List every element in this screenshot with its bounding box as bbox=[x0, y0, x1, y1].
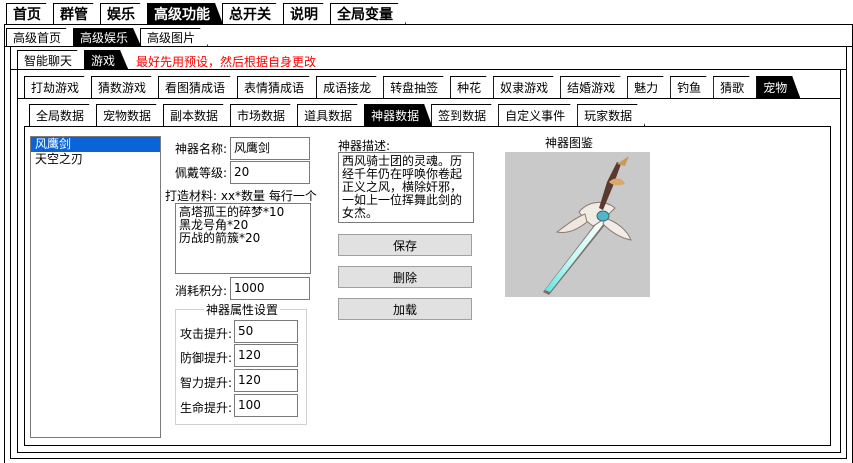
main-nav-tab-3[interactable]: 高级功能 bbox=[147, 3, 223, 24]
game-tab-8[interactable]: 结婚游戏 bbox=[560, 76, 628, 98]
third-nav-tab-1[interactable]: 游戏 bbox=[84, 50, 128, 69]
sub-nav: 高级首页 高级娱乐 高级图片 bbox=[6, 28, 207, 46]
life-label: 生命提升: bbox=[180, 401, 233, 415]
list-item[interactable]: 风鹰剑 bbox=[31, 137, 160, 152]
sub-nav-tab-1[interactable]: 高级娱乐 bbox=[73, 28, 141, 46]
save-button[interactable]: 保存 bbox=[338, 234, 472, 256]
intel-label: 智力提升: bbox=[180, 376, 233, 390]
materials-label: 打造材料: xx*数量 每行一个 bbox=[165, 189, 317, 203]
data-tab-1[interactable]: 宠物数据 bbox=[96, 104, 164, 126]
data-tab-7[interactable]: 自定义事件 bbox=[498, 104, 578, 126]
data-tab-2[interactable]: 副本数据 bbox=[163, 104, 231, 126]
artifact-image bbox=[505, 152, 650, 297]
main-nav-tab-2[interactable]: 娱乐 bbox=[100, 3, 148, 24]
third-nav-tab-0[interactable]: 智能聊天 bbox=[17, 50, 85, 69]
game-tab-11[interactable]: 猜歌 bbox=[713, 76, 757, 98]
game-tab-9[interactable]: 魅力 bbox=[627, 76, 671, 98]
third-nav: 智能聊天 游戏 bbox=[17, 50, 127, 69]
sword-illustration bbox=[543, 156, 632, 295]
main-nav-tab-6[interactable]: 全局变量 bbox=[330, 3, 406, 24]
attack-label: 攻击提升: bbox=[180, 327, 233, 341]
game-tab-7[interactable]: 奴隶游戏 bbox=[493, 76, 561, 98]
main-nav-tab-5[interactable]: 说明 bbox=[283, 3, 331, 24]
cost-label: 消耗积分: bbox=[175, 284, 228, 298]
desc-textarea[interactable]: 西风骑士团的灵魂。历经千年仍在呼唤你卷起正义之风，横除奸邪，一如上一位挥舞此剑的… bbox=[338, 152, 474, 223]
game-tab-6[interactable]: 种花 bbox=[450, 76, 494, 98]
level-field[interactable]: 20 bbox=[230, 161, 310, 184]
data-tab-6[interactable]: 签到数据 bbox=[431, 104, 499, 126]
level-label: 佩戴等级: bbox=[175, 166, 228, 180]
notice-text: 最好先用预设，然后根据自身更改 bbox=[136, 55, 317, 69]
game-tab-12[interactable]: 宠物 bbox=[756, 76, 800, 98]
game-tab-1[interactable]: 猜数游戏 bbox=[91, 76, 159, 98]
data-tab-5[interactable]: 神器数据 bbox=[364, 104, 432, 126]
defense-label: 防御提升: bbox=[180, 351, 233, 365]
materials-textarea[interactable]: 高塔孤王的碎梦*10 黑龙号角*20 历战的箭簇*20 bbox=[175, 203, 311, 274]
data-tab-0[interactable]: 全局数据 bbox=[29, 104, 97, 126]
data-tab-4[interactable]: 道具数据 bbox=[297, 104, 365, 126]
sub-nav-tab-0[interactable]: 高级首页 bbox=[6, 28, 74, 46]
intel-field[interactable]: 120 bbox=[234, 369, 298, 392]
list-item[interactable]: 天空之刃 bbox=[31, 152, 160, 167]
game-tab-10[interactable]: 钓鱼 bbox=[670, 76, 714, 98]
data-tab-8[interactable]: 玩家数据 bbox=[577, 104, 645, 126]
artifact-list[interactable]: 风鹰剑 天空之刃 bbox=[30, 136, 161, 438]
main-nav-tab-0[interactable]: 首页 bbox=[6, 3, 54, 24]
game-tab-0[interactable]: 打劫游戏 bbox=[24, 76, 92, 98]
main-nav: 首页 群管 娱乐 高级功能 总开关 说明 全局变量 bbox=[6, 3, 405, 24]
delete-button[interactable]: 删除 bbox=[338, 266, 472, 288]
defense-field[interactable]: 120 bbox=[234, 344, 298, 367]
game-tab-3[interactable]: 表情猜成语 bbox=[237, 76, 317, 98]
name-field[interactable]: 风鹰剑 bbox=[230, 137, 310, 160]
sub-nav-tab-2[interactable]: 高级图片 bbox=[140, 28, 208, 46]
life-field[interactable]: 100 bbox=[234, 394, 298, 417]
load-button[interactable]: 加载 bbox=[338, 298, 472, 320]
main-nav-tab-4[interactable]: 总开关 bbox=[222, 3, 284, 24]
game-tab-2[interactable]: 看图猜成语 bbox=[158, 76, 238, 98]
game-tab-5[interactable]: 转盘抽签 bbox=[383, 76, 451, 98]
main-nav-tab-1[interactable]: 群管 bbox=[53, 3, 101, 24]
game-tabs: 打劫游戏 猜数游戏 看图猜成语 表情猜成语 成语接龙 转盘抽签 种花 奴隶游戏 结婚游戏 魅力 钓鱼… bbox=[24, 76, 799, 98]
attribute-group-title: 神器属性设置 bbox=[204, 301, 281, 318]
name-label: 神器名称: bbox=[175, 142, 228, 156]
data-tab-3[interactable]: 市场数据 bbox=[230, 104, 298, 126]
image-label: 神器图鉴 bbox=[545, 136, 594, 150]
attack-field[interactable]: 50 bbox=[234, 320, 298, 343]
data-tabs: 全局数据 宠物数据 副本数据 市场数据 道具数据 神器数据 签到数据 自定义事件 玩家数据 bbox=[29, 104, 644, 126]
game-tab-4[interactable]: 成语接龙 bbox=[316, 76, 384, 98]
cost-field[interactable]: 1000 bbox=[230, 277, 310, 300]
